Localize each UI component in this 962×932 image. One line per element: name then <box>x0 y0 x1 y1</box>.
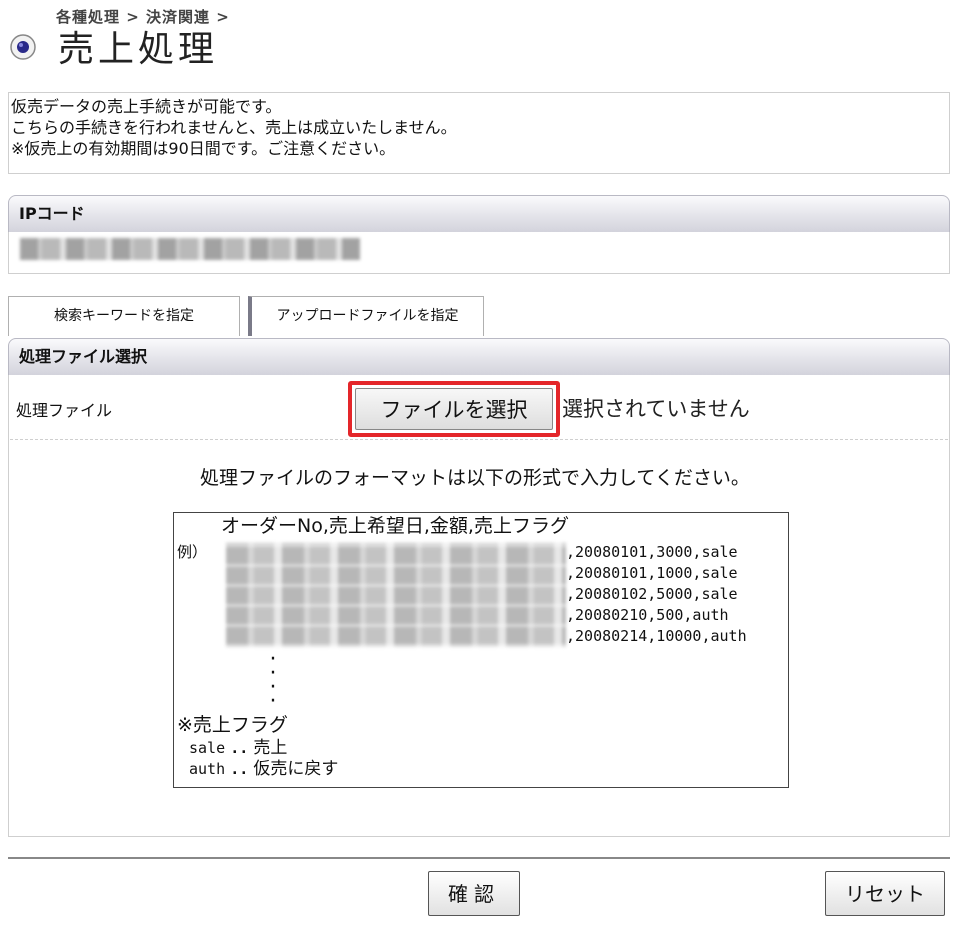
flag-separator: .. <box>230 739 249 757</box>
info-line: ※仮売上の有効期間は90日間です。ご注意ください。 <box>11 139 396 158</box>
flag-code: sale <box>189 739 226 757</box>
redacted-order-numbers <box>226 543 566 647</box>
example-header: オーダーNo,売上希望日,金額,売上フラグ <box>221 515 569 537</box>
flag-row-sale: sale .. 売上 <box>189 738 287 758</box>
choose-file-button[interactable]: ファイルを選択 <box>355 388 553 430</box>
flag-code: auth <box>189 760 226 778</box>
example-row: ,20080101,3000,sale <box>566 543 738 561</box>
flag-row-auth: auth .. 仮売に戻す <box>189 759 338 779</box>
ip-section-title: IPコード <box>19 204 85 223</box>
flag-meaning: 仮売に戻す <box>253 759 339 779</box>
file-label: 処理ファイル <box>16 401 113 420</box>
file-section-title: 処理ファイル選択 <box>19 347 148 366</box>
footer-divider <box>8 857 950 859</box>
info-box: 仮売データの売上手続きが可能です。 こちらの手続きを行われませんと、売上は成立い… <box>8 92 950 174</box>
ellipsis-vertical-icon: · · · · <box>269 647 277 714</box>
highlight-frame: ファイルを選択 <box>348 381 560 437</box>
file-section-header: 処理ファイル選択 <box>8 338 950 376</box>
flag-title: ※売上フラグ <box>177 714 288 736</box>
redacted-ip-code <box>20 238 360 260</box>
page-title: 売上処理 <box>58 29 219 70</box>
flag-separator: .. <box>230 760 249 778</box>
bullet-icon <box>10 34 36 60</box>
flag-meaning: 売上 <box>253 738 288 758</box>
example-row: ,20080102,5000,sale <box>566 585 738 603</box>
divider <box>10 439 948 440</box>
file-status-text: 選択されていません <box>562 397 750 421</box>
breadcrumb: 各種処理 > 決済関連 > <box>56 8 230 26</box>
format-instruction: 処理ファイルのフォーマットは以下の形式で入力してください。 <box>200 467 750 489</box>
example-row: ,20080214,10000,auth <box>566 627 747 645</box>
info-line: こちらの手続きを行われませんと、売上は成立いたしません。 <box>11 118 457 137</box>
ip-section-header: IPコード <box>8 195 950 233</box>
example-row: ,20080101,1000,sale <box>566 564 738 582</box>
example-prefix: 例） <box>177 543 208 561</box>
confirm-button[interactable]: 確認 <box>428 871 520 916</box>
info-line: 仮売データの売上手続きが可能です。 <box>11 97 282 116</box>
tab-search-keyword[interactable]: 検索キーワードを指定 <box>8 296 240 336</box>
tab-upload-file[interactable]: アップロードファイルを指定 <box>248 296 484 336</box>
example-row: ,20080210,500,auth <box>566 606 729 624</box>
reset-button[interactable]: リセット <box>825 871 945 916</box>
